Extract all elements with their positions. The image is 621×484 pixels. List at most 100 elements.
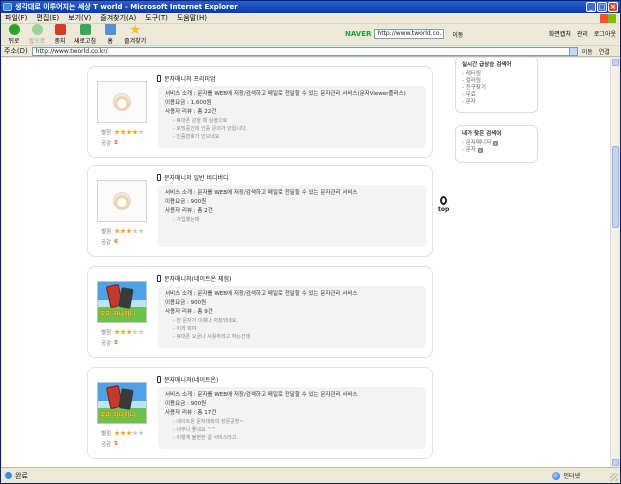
home-button[interactable]: 홈 bbox=[101, 24, 119, 45]
refresh-button[interactable]: 새로고침 bbox=[74, 24, 96, 45]
naver-logo: NAVER bbox=[345, 30, 372, 38]
refresh-label: 새로고침 bbox=[74, 38, 97, 45]
review-comment[interactable]: - 휴대폰 같을 때 실을으로 bbox=[165, 117, 419, 125]
service-thumbnail[interactable] bbox=[97, 81, 147, 123]
review-comment[interactable]: - 이렇게 불편한 걸 서비스라고. bbox=[165, 434, 419, 442]
my-search-item[interactable]: - 문자매니저 x bbox=[462, 140, 531, 147]
maximize-button[interactable]: □ bbox=[597, 2, 607, 12]
empathy-count: 6 bbox=[114, 239, 118, 245]
review-comment[interactable]: - 가입했는데 bbox=[165, 216, 419, 224]
review-count[interactable]: 사용자 리뷰 : 총 2건 bbox=[165, 207, 419, 216]
empathy-row: 공감 6 bbox=[101, 238, 118, 246]
star-icon bbox=[114, 129, 121, 135]
vertical-scrollbar[interactable] bbox=[610, 58, 619, 467]
phone-icon bbox=[157, 75, 161, 82]
review-count[interactable]: 사용자 리뷰 : 총 9건 bbox=[165, 308, 419, 317]
address-value: http://www.tworld.co.kr/ bbox=[35, 47, 108, 55]
minimize-button[interactable]: _ bbox=[586, 2, 596, 12]
rating-label: 별점 bbox=[101, 330, 112, 336]
service-card: 우리 라나카니 별점 공감 5 문자메니저(네이트온 체험) 서비스 소개 : … bbox=[87, 266, 433, 358]
scroll-down-icon[interactable] bbox=[612, 459, 619, 466]
service-title[interactable]: 문자메니저(네이트온) bbox=[157, 375, 218, 384]
scroll-top-button[interactable]: top bbox=[438, 196, 449, 213]
menu-favorites[interactable]: 즐겨찾기(A) bbox=[100, 13, 136, 23]
star-icon bbox=[129, 24, 141, 35]
favorites-button[interactable]: 즐겨찾기 bbox=[124, 24, 146, 45]
banner-text: 우리 라나카니 bbox=[100, 412, 136, 419]
menu-file[interactable]: 파일(F) bbox=[5, 13, 27, 23]
service-title-text: 문자메니저(네이트온 체험) bbox=[164, 276, 232, 283]
star-icon bbox=[138, 430, 145, 436]
review-comment[interactable]: - 인증번호가 안오네요 bbox=[165, 133, 419, 141]
naver-go-button[interactable]: 이동 bbox=[452, 30, 463, 39]
my-search-panel: 내가 찾은 검색어 - 문자매니저 x - 문자 x bbox=[455, 125, 538, 163]
realtime-search-panel: 실시간 급상승 검색어 - 레터링 - 컬러링 - 친구찾기 - 무료 - 문자 bbox=[455, 58, 538, 113]
service-thumbnail[interactable] bbox=[97, 180, 147, 222]
star-rating bbox=[114, 329, 145, 335]
service-title[interactable]: 문자메니저(네이트온 체험) bbox=[157, 274, 231, 283]
service-card: 별점 공감 6 문자메니저 일반 비디버디 서비스 소개 : 문자를 WEB에 … bbox=[87, 165, 433, 257]
address-go-button[interactable]: 이동 bbox=[582, 47, 593, 56]
links-button[interactable]: 연결 bbox=[599, 47, 610, 56]
realtime-item[interactable]: - 레터링 bbox=[462, 71, 531, 78]
review-count[interactable]: 사용자 리뷰 : 총 17건 bbox=[165, 409, 419, 418]
star-icon bbox=[114, 329, 121, 335]
realtime-title: 실시간 급상승 검색어 bbox=[462, 62, 512, 68]
title-bar: 생각대로 이루어지는 세상 T world - Microsoft Intern… bbox=[1, 1, 620, 13]
star-icon bbox=[126, 430, 133, 436]
stop-button[interactable]: 중지 bbox=[51, 24, 69, 45]
naver-search-input[interactable]: http://www.tworld.co. bbox=[374, 29, 445, 39]
scrollbar-thumb[interactable] bbox=[612, 146, 619, 228]
screen-capture-button[interactable]: 화면캡처 bbox=[549, 29, 571, 38]
review-comment[interactable]: - 휴대폰 요금나 사용하려고 하는건데 bbox=[165, 333, 419, 341]
top-circle-icon bbox=[439, 196, 447, 205]
menu-view[interactable]: 보기(V) bbox=[68, 13, 91, 23]
service-banner[interactable]: 우리 라나카니 bbox=[97, 281, 147, 323]
service-banner[interactable]: 우리 라나카니 bbox=[97, 382, 147, 424]
realtime-item[interactable]: - 친구찾기 bbox=[462, 85, 531, 92]
realtime-item[interactable]: - 무료 bbox=[462, 92, 531, 99]
review-comment[interactable]: - 이게 뭐야 bbox=[165, 325, 419, 333]
manage-button[interactable]: 관리 bbox=[577, 29, 588, 38]
remove-icon[interactable]: x bbox=[477, 148, 483, 153]
service-title-text: 문자메니저 일반 비디버디 bbox=[164, 175, 229, 182]
menu-edit[interactable]: 편집(E) bbox=[36, 13, 59, 23]
logout-button[interactable]: 로그아웃 bbox=[594, 29, 616, 38]
review-comment[interactable]: - 너무나 좋네요 ^^ bbox=[165, 426, 419, 434]
realtime-item[interactable]: - 문자 bbox=[462, 99, 531, 106]
review-count[interactable]: 사용자 리뷰 : 총 22건 bbox=[165, 108, 419, 117]
service-title[interactable]: 문자메니저 일반 비디버디 bbox=[157, 173, 229, 182]
remove-icon[interactable]: x bbox=[493, 141, 499, 146]
empathy-label: 공감 bbox=[101, 341, 112, 347]
star-icon bbox=[138, 129, 145, 135]
empathy-row: 공감 5 bbox=[101, 440, 118, 448]
forward-button[interactable]: 앞으로 bbox=[28, 24, 46, 45]
rating-label: 별점 bbox=[101, 431, 112, 437]
service-title[interactable]: 문자메니저 프리미엄 bbox=[157, 74, 216, 83]
resize-grip-icon[interactable] bbox=[610, 473, 618, 481]
menu-tools[interactable]: 도구(T) bbox=[145, 13, 168, 23]
scroll-up-icon[interactable] bbox=[612, 59, 619, 66]
empathy-row: 공감 5 bbox=[101, 139, 118, 147]
phone-image bbox=[118, 388, 134, 410]
close-button[interactable]: × bbox=[608, 2, 618, 12]
address-input[interactable]: http://www.tworld.co.kr/ bbox=[31, 46, 578, 56]
empathy-label: 공감 bbox=[101, 240, 112, 246]
star-icon bbox=[126, 228, 133, 234]
star-icon bbox=[114, 430, 121, 436]
review-comment[interactable]: - 로밍중인데 인증 문의가 안됩니다. bbox=[165, 125, 419, 133]
bird-logo-icon bbox=[113, 93, 131, 111]
service-description: 서비스 소개 : 문자를 WEB에 저장/검색하고 메일로 전달할 수 있는 문… bbox=[165, 291, 358, 297]
refresh-icon bbox=[79, 24, 91, 35]
menu-help[interactable]: 도움말(H) bbox=[177, 13, 207, 23]
my-search-item[interactable]: - 문자 x bbox=[462, 147, 531, 154]
star-icon bbox=[132, 129, 139, 135]
review-comment[interactable]: - 한 문자가 이제나 저장되네요. bbox=[165, 317, 419, 325]
back-button[interactable]: 뒤로 bbox=[5, 24, 23, 45]
empathy-label: 공감 bbox=[101, 141, 112, 147]
address-dropdown-icon[interactable] bbox=[568, 47, 577, 55]
realtime-item[interactable]: - 컬러링 bbox=[462, 78, 531, 85]
window-title: 생각대로 이루어지는 세상 T world - Microsoft Intern… bbox=[15, 3, 238, 11]
review-comment[interactable]: - 네이트온 문자대화의 장문공방~ bbox=[165, 418, 419, 426]
empathy-count: 5 bbox=[114, 441, 118, 447]
